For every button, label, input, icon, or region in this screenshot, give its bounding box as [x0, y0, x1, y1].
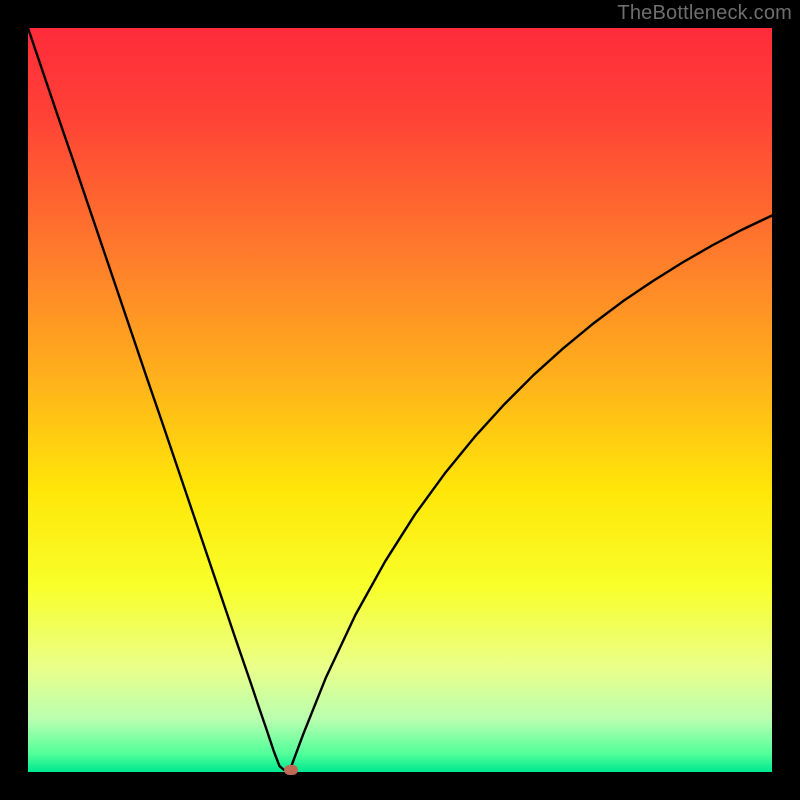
- gradient-background: [28, 28, 772, 772]
- minimum-marker: [284, 765, 298, 775]
- plot-area: [28, 28, 772, 772]
- chart-frame: TheBottleneck.com: [0, 0, 800, 800]
- chart-svg: [28, 28, 772, 772]
- watermark-text: TheBottleneck.com: [617, 2, 792, 25]
